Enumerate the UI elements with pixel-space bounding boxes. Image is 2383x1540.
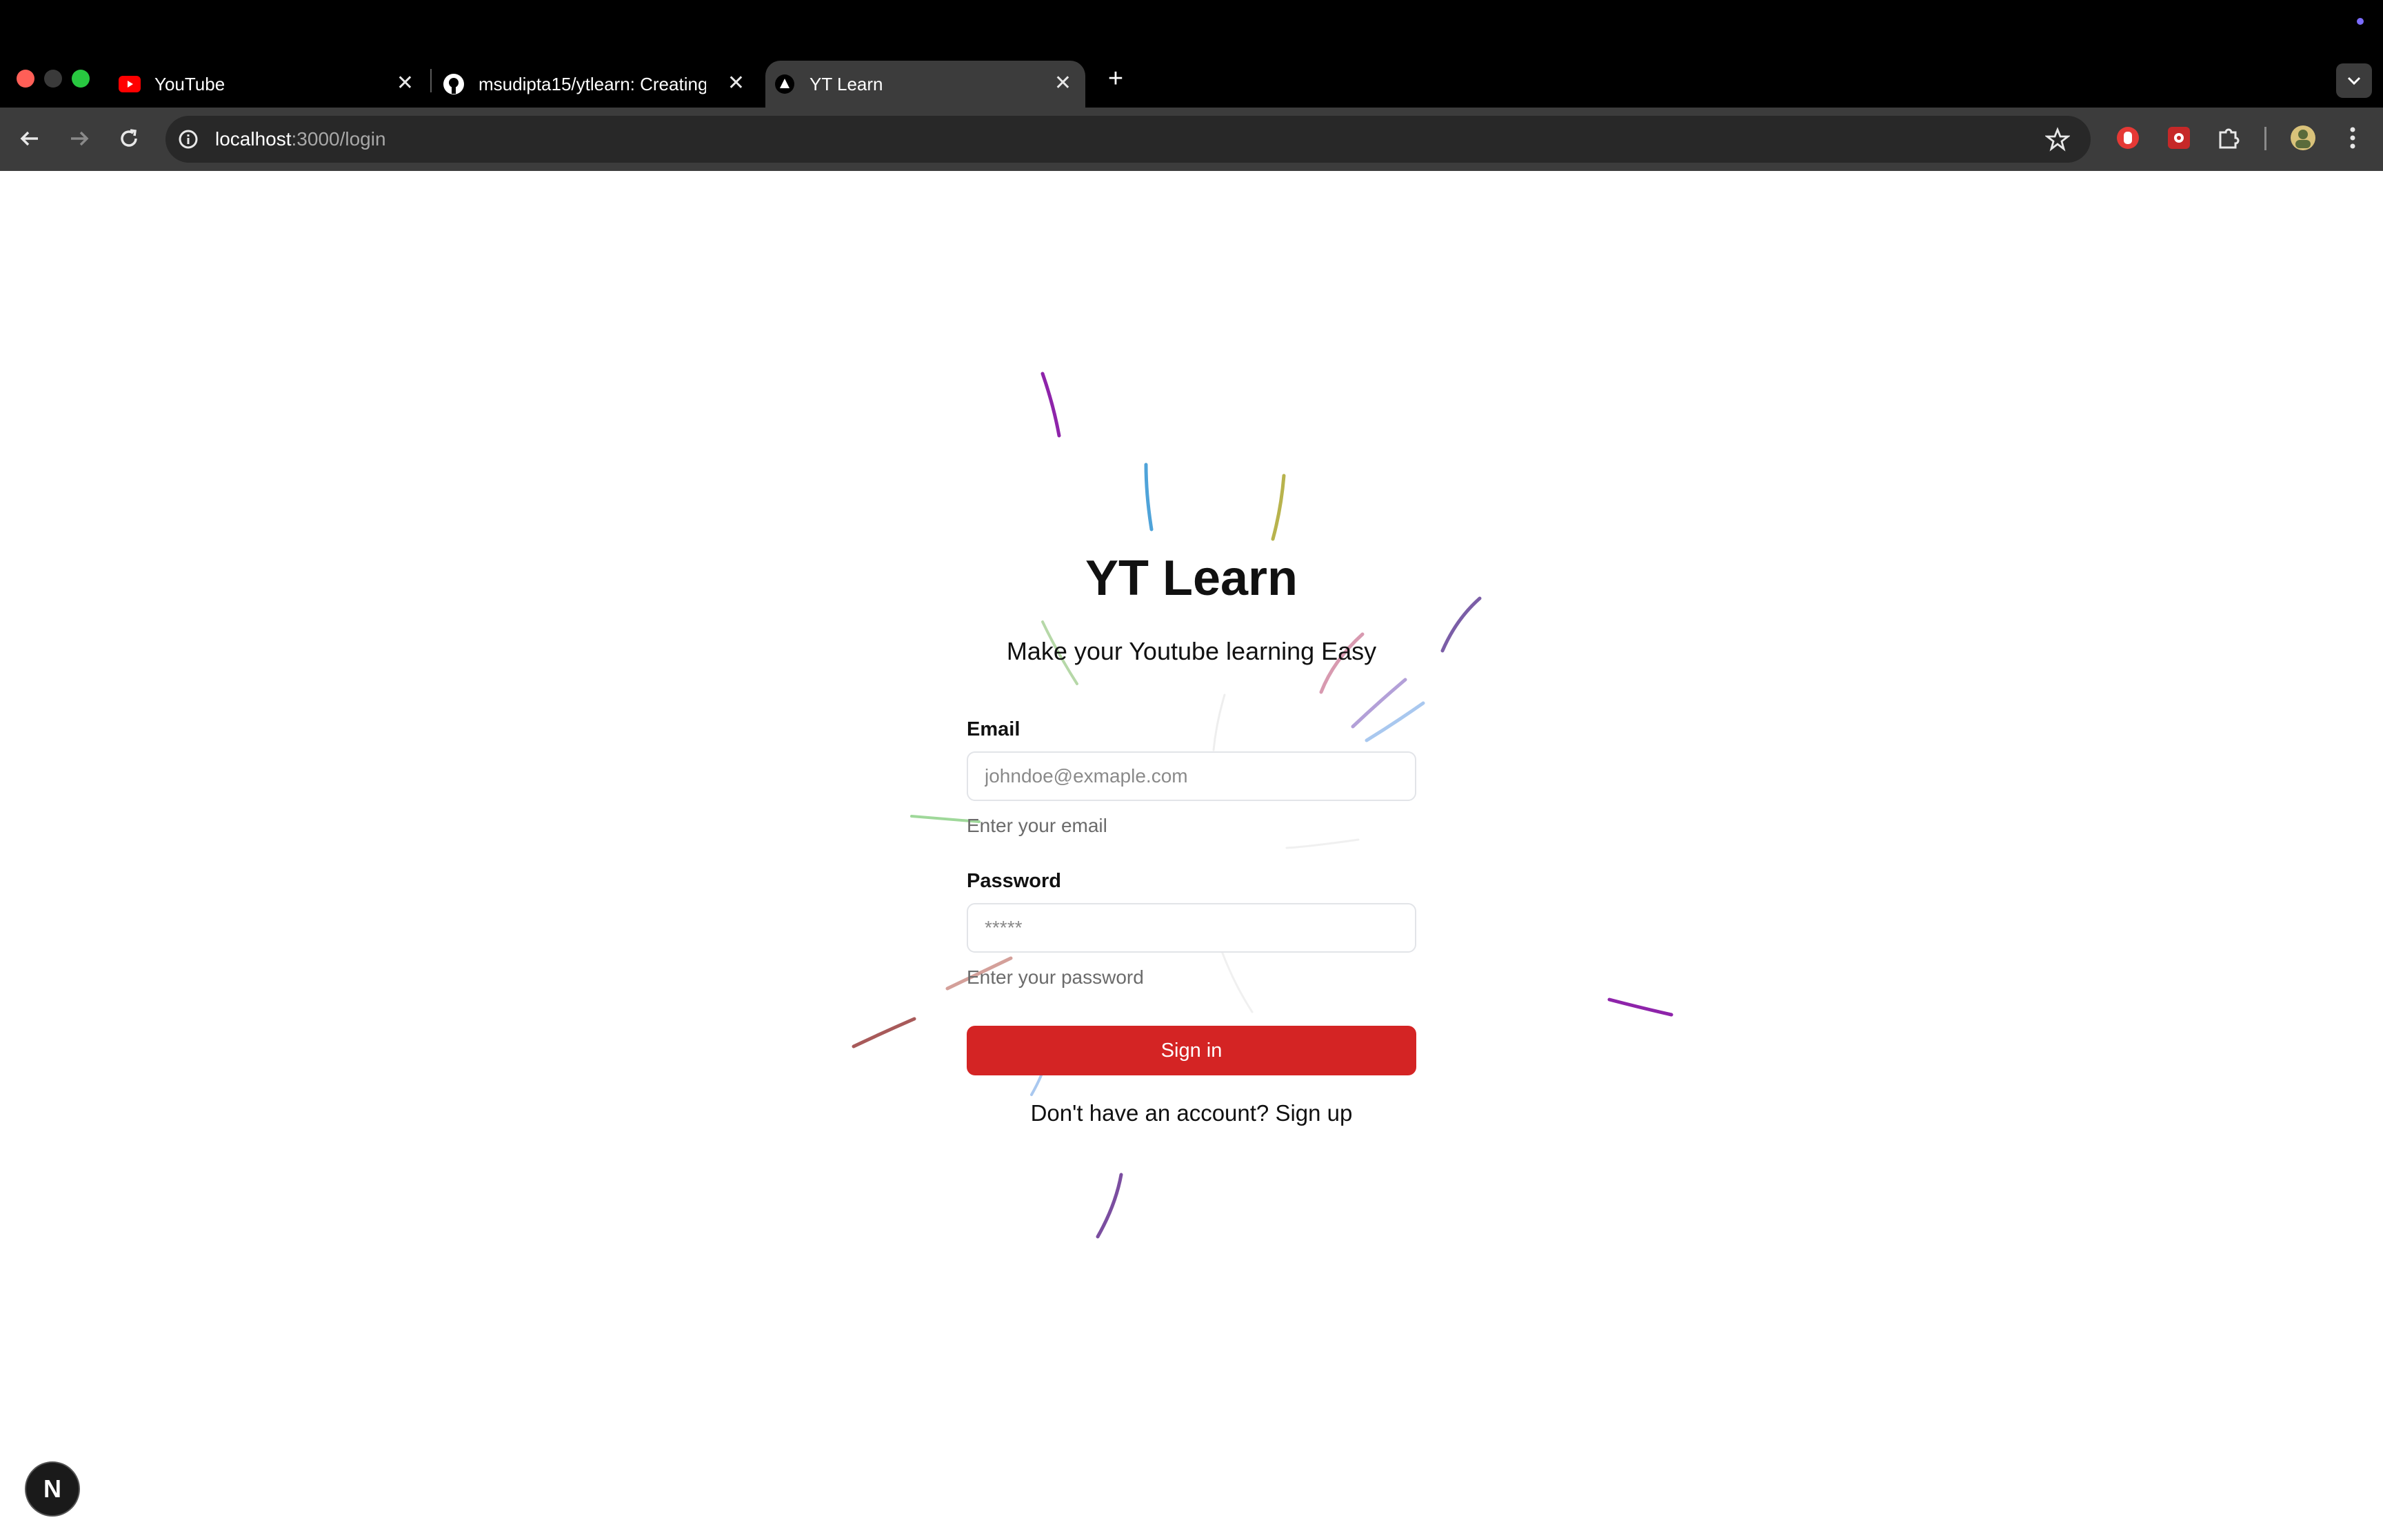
tab-divider <box>430 69 432 92</box>
email-field[interactable] <box>967 751 1416 801</box>
browser-menu-icon[interactable] <box>2337 123 2368 153</box>
login-page: YT Learn Make your Youtube learning Easy… <box>0 171 2383 1540</box>
password-field[interactable] <box>967 903 1416 953</box>
sign-in-button[interactable]: Sign in <box>967 1026 1416 1075</box>
nextjs-dev-badge[interactable]: N <box>25 1461 80 1517</box>
forward-button[interactable] <box>62 121 97 156</box>
toolbar-divider <box>2264 127 2266 150</box>
email-label: Email <box>967 718 1020 740</box>
close-window-button[interactable] <box>17 70 34 88</box>
screenshot-extension-icon[interactable] <box>2164 123 2194 153</box>
new-tab-button[interactable]: + <box>1100 61 1131 97</box>
github-icon <box>443 73 465 95</box>
tab-label: msudipta15/ytlearn: Creating <box>479 73 706 94</box>
bookmark-star-icon[interactable] <box>2045 127 2070 152</box>
sign-up-link[interactable]: Sign up <box>1275 1100 1352 1126</box>
back-arrow-icon <box>20 131 38 146</box>
adblock-extension-icon[interactable] <box>2113 123 2143 153</box>
close-tab-icon[interactable]: ✕ <box>396 73 414 94</box>
close-tab-icon[interactable]: ✕ <box>727 73 745 94</box>
back-button[interactable] <box>12 121 47 156</box>
profile-avatar[interactable] <box>2288 123 2318 153</box>
info-icon[interactable] <box>178 129 199 150</box>
tab-github[interactable]: msudipta15/ytlearn: Creating ✕ <box>434 61 758 108</box>
triangle-icon <box>774 73 796 95</box>
minimize-window-button[interactable] <box>44 70 62 88</box>
extensions-puzzle-icon[interactable] <box>2213 123 2244 153</box>
password-label: Password <box>967 870 1061 892</box>
tab-label: YouTube <box>154 73 225 94</box>
reload-icon <box>121 129 137 147</box>
chevron-down-icon <box>2347 77 2361 85</box>
tab-youtube[interactable]: YouTube ✕ <box>110 61 428 108</box>
maximize-window-button[interactable] <box>72 70 90 88</box>
app-title: YT Learn <box>1085 551 1298 606</box>
address-bar[interactable]: localhost:3000/login <box>165 116 2091 163</box>
signup-prompt-text: Don't have an account? <box>1030 1100 1269 1126</box>
url-host: localhost <box>215 128 292 150</box>
notification-dot <box>2357 18 2364 25</box>
forward-arrow-icon <box>71 131 89 146</box>
signup-prompt: Don't have an account? Sign up <box>0 1100 2383 1126</box>
confetti-decoration <box>852 372 1673 1239</box>
app-subtitle: Make your Youtube learning Easy <box>1006 637 1377 665</box>
password-hint: Enter your password <box>967 966 1144 988</box>
email-hint: Enter your email <box>967 815 1107 836</box>
reload-button[interactable] <box>112 121 146 156</box>
youtube-icon <box>119 73 141 95</box>
close-tab-icon[interactable]: ✕ <box>1054 73 1072 94</box>
tab-search-button[interactable] <box>2336 63 2372 98</box>
tab-yt-learn[interactable]: YT Learn ✕ <box>765 61 1085 108</box>
badge-letter: N <box>43 1475 61 1503</box>
url-path: :3000/login <box>291 128 386 150</box>
tab-label: YT Learn <box>810 73 883 94</box>
